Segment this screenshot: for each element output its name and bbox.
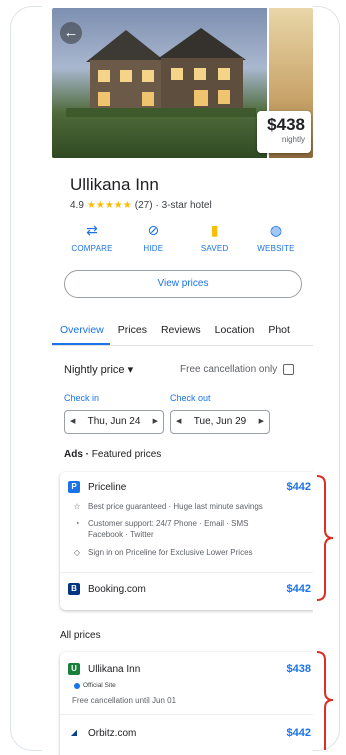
phone-screen: ← $438 nightly Ullikana Inn 4.9 ★★★★★ (2… (42, 0, 313, 755)
cancellation-note-text: Free cancellation until Jun 01 (72, 696, 177, 705)
cancellation-note: Free cancellation until Jun 01 (72, 696, 313, 706)
free-cancellation-checkbox[interactable] (283, 364, 295, 375)
feature-text: Facebook · Twitter (88, 530, 154, 539)
ads-label: Ads · (64, 449, 89, 460)
feature-line: Facebook · Twitter (72, 530, 313, 540)
hide-label: HIDE (143, 244, 164, 253)
ullikana-name: Ullikana Inn (88, 663, 141, 675)
booking-logo-icon: B (68, 583, 80, 595)
featured-prices-heading: Ads · Featured prices (64, 449, 161, 460)
booking-name: Booking.com (88, 583, 146, 595)
house-illustration (66, 28, 256, 117)
orbitz-price: $442 (286, 727, 311, 739)
action-bar: ⇄ COMPARE ⊘ HIDE ▮ SAVED ◍ WEBSITE (64, 222, 304, 253)
website-button[interactable]: ◍ WEBSITE (248, 222, 304, 253)
tab-bar: Overview Prices Reviews Location Phot (52, 316, 313, 346)
priceline-logo-icon: P (68, 481, 80, 493)
orbitz-logo-icon: ◢ (68, 727, 80, 739)
hide-button[interactable]: ⊘ HIDE (125, 222, 181, 253)
ullikana-logo-icon: U (68, 663, 80, 675)
rating-row[interactable]: 4.9 ★★★★★ (27) · 3-star hotel (70, 200, 212, 211)
check-out-picker[interactable]: ◀ Tue, Jun 29 ▶ (170, 410, 270, 434)
booking-price: $442 (286, 583, 311, 595)
saved-label: SAVED (200, 244, 229, 253)
booking-row[interactable]: B Booking.com $442 › (60, 578, 313, 600)
check-in-picker[interactable]: ◀ Thu, Jun 24 ▶ (64, 410, 164, 434)
star-rating-icon: ★★★★★ (86, 200, 132, 211)
hotel-class: · 3-star hotel (155, 200, 212, 211)
divider (60, 572, 313, 573)
priceline-price: $442 (286, 481, 311, 493)
tab-location[interactable]: Location (207, 316, 261, 345)
tag-icon: ◇ (73, 548, 81, 557)
tab-overview[interactable]: Overview (52, 316, 110, 345)
next-date-icon[interactable]: ▶ (259, 411, 264, 433)
featured-prices-title: Featured prices (91, 449, 162, 460)
feature-text: Best price guaranteed · Huge last minute… (88, 502, 263, 511)
feature-text: Sign in on Priceline for Exclusive Lower… (88, 548, 253, 557)
free-cancellation-toggle[interactable]: Free cancellation only (180, 364, 295, 375)
all-prices-bracket-annotation (315, 650, 337, 750)
rating-value: 4.9 (70, 200, 84, 211)
website-label: WEBSITE (257, 244, 295, 253)
feature-line: ☆ Best price guaranteed · Huge last minu… (72, 502, 313, 512)
ullikana-price: $438 (286, 663, 311, 675)
prev-date-icon[interactable]: ◀ (176, 411, 181, 433)
compare-label: COMPARE (71, 244, 113, 253)
check-in-value: Thu, Jun 24 (87, 416, 141, 427)
ullikana-row[interactable]: U Ullikana Inn $438 › (60, 658, 313, 680)
official-site-badge: Official Site (74, 682, 116, 689)
saved-button[interactable]: ▮ SAVED (187, 222, 243, 253)
compare-button[interactable]: ⇄ COMPARE (64, 222, 120, 253)
hotel-exterior-photo[interactable] (52, 8, 267, 158)
feature-line: ◔ Customer support: 24/7 Phone · Email ·… (72, 519, 313, 529)
review-count: (27) (134, 200, 153, 211)
compare-icon: ⇄ (86, 222, 98, 238)
orbitz-name: Orbitz.com (88, 727, 137, 739)
nightly-price-dropdown[interactable]: Nightly price ▾ (64, 363, 133, 376)
priceline-row[interactable]: P Priceline $442 › (60, 476, 313, 498)
support-icon: ◔ (74, 519, 80, 528)
free-cancellation-label: Free cancellation only (180, 364, 278, 375)
back-arrow-icon[interactable]: ← (60, 22, 82, 44)
hotel-photo-gallery[interactable]: ← $438 nightly (52, 8, 313, 158)
priceline-name: Priceline (88, 481, 127, 493)
all-prices-heading: All prices (60, 630, 101, 641)
bookmark-icon: ▮ (210, 222, 219, 238)
price-tag: $438 nightly (257, 111, 311, 153)
check-out-label: Check out (170, 393, 211, 403)
globe-icon: ◍ (269, 222, 283, 238)
all-prices-card: U Ullikana Inn $438 › Official Site Free… (60, 652, 313, 755)
orbitz-row[interactable]: ◢ Orbitz.com $442 › (60, 722, 313, 744)
feature-text: Customer support: 24/7 Phone · Email · S… (88, 519, 249, 528)
check-out-value: Tue, Jun 29 (193, 416, 247, 427)
star-outline-icon: ☆ (73, 502, 81, 511)
verified-icon (74, 682, 80, 689)
tab-reviews[interactable]: Reviews (153, 316, 207, 345)
feature-line: ◇ Sign in on Priceline for Exclusive Low… (72, 548, 313, 558)
hero-price: $438 (267, 115, 305, 134)
tab-prices[interactable]: Prices (110, 316, 153, 345)
featured-bracket-annotation (315, 474, 337, 602)
official-site-label: Official Site (83, 682, 116, 689)
tab-photos[interactable]: Phot (260, 316, 296, 345)
hotel-name: Ullikana Inn (70, 175, 159, 194)
prev-date-icon[interactable]: ◀ (70, 411, 75, 433)
next-date-icon[interactable]: ▶ (153, 411, 158, 433)
check-in-label: Check in (64, 393, 100, 403)
hero-price-sub: nightly (281, 135, 305, 144)
view-prices-button[interactable]: View prices (64, 270, 302, 298)
divider (60, 714, 313, 715)
hide-icon: ⊘ (147, 222, 160, 238)
featured-prices-card: P Priceline $442 › ☆ Best price guarante… (60, 472, 313, 610)
